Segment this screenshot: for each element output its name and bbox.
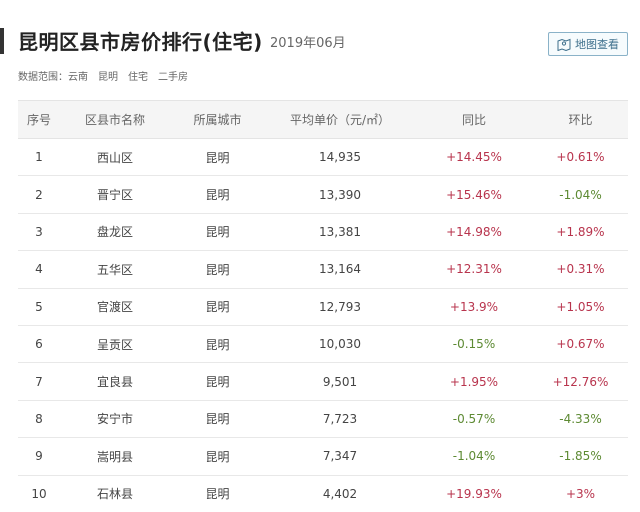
yoy-change: +1.95% <box>415 362 533 401</box>
yoy-change: -0.57% <box>415 400 533 439</box>
avg-price: 4,402 <box>265 475 415 512</box>
column-header-avg-price: 平均单价（元/㎡） <box>265 100 415 139</box>
row-index: 2 <box>18 175 60 214</box>
district-name: 西山区 <box>60 138 170 177</box>
row-index: 7 <box>18 362 60 401</box>
city-name: 昆明 <box>170 475 265 512</box>
table-row: 6 呈贡区 昆明 10,030 -0.15% +0.67% <box>18 325 628 364</box>
avg-price: 14,935 <box>265 138 415 177</box>
page-title: 昆明区县市房价排行(住宅) <box>18 30 263 54</box>
row-index: 6 <box>18 325 60 364</box>
table-row: 1 西山区 昆明 14,935 +14.45% +0.61% <box>18 138 628 177</box>
mom-change: -4.33% <box>533 400 628 439</box>
district-name: 石林县 <box>60 475 170 512</box>
table-header-row: 序号 区县市名称 所属城市 平均单价（元/㎡） 同比 环比 <box>18 100 628 139</box>
table-row: 2 晋宁区 昆明 13,390 +15.46% -1.04% <box>18 175 628 214</box>
city-name: 昆明 <box>170 325 265 364</box>
district-name: 晋宁区 <box>60 175 170 214</box>
mom-change: +12.76% <box>533 362 628 401</box>
data-scope: 数据范围：云南 昆明 住宅 二手房 <box>18 68 188 83</box>
yoy-change: -1.04% <box>415 437 533 476</box>
yoy-change: +19.93% <box>415 475 533 512</box>
district-name: 呈贡区 <box>60 325 170 364</box>
city-name: 昆明 <box>170 138 265 177</box>
avg-price: 7,723 <box>265 400 415 439</box>
table-row: 5 官渡区 昆明 12,793 +13.9% +1.05% <box>18 288 628 326</box>
map-view-button-label: 地图查看 <box>575 38 619 51</box>
table-row: 3 盘龙区 昆明 13,381 +14.98% +1.89% <box>18 213 628 252</box>
avg-price: 12,793 <box>265 288 415 326</box>
city-name: 昆明 <box>170 288 265 326</box>
table-row: 8 安宁市 昆明 7,723 -0.57% -4.33% <box>18 400 628 439</box>
mom-change: +3% <box>533 475 628 512</box>
yoy-change: +13.9% <box>415 288 533 326</box>
yoy-change: -0.15% <box>415 325 533 364</box>
district-name: 五华区 <box>60 250 170 289</box>
row-index: 3 <box>18 213 60 252</box>
district-name: 嵩明县 <box>60 437 170 476</box>
district-name: 官渡区 <box>60 288 170 326</box>
row-index: 10 <box>18 475 60 512</box>
scope-tag-market: 二手房 <box>158 72 188 83</box>
district-name: 安宁市 <box>60 400 170 439</box>
city-name: 昆明 <box>170 362 265 401</box>
table-row: 9 嵩明县 昆明 7,347 -1.04% -1.85% <box>18 437 628 476</box>
period-label: 2019年06月 <box>270 36 346 51</box>
district-name: 盘龙区 <box>60 213 170 252</box>
table-row: 7 宜良县 昆明 9,501 +1.95% +12.76% <box>18 362 628 401</box>
page-header: 昆明区县市房价排行(住宅) 2019年06月 地图查看 数据范围：云南 昆明 住宅二… <box>0 0 640 100</box>
yoy-change: +15.46% <box>415 175 533 214</box>
mom-change: -1.04% <box>533 175 628 214</box>
row-index: 4 <box>18 250 60 289</box>
avg-price: 13,164 <box>265 250 415 289</box>
city-name: 昆明 <box>170 175 265 214</box>
scope-tag-city: 昆明 <box>98 72 118 83</box>
scope-tag-type: 住宅 <box>128 72 148 83</box>
mom-change: +1.05% <box>533 288 628 326</box>
column-header-mom: 环比 <box>533 100 628 139</box>
avg-price: 13,390 <box>265 175 415 214</box>
avg-price: 9,501 <box>265 362 415 401</box>
row-index: 1 <box>18 138 60 177</box>
mom-change: +0.67% <box>533 325 628 364</box>
city-name: 昆明 <box>170 400 265 439</box>
table-row: 10 石林县 昆明 4,402 +19.93% +3% <box>18 475 628 512</box>
city-name: 昆明 <box>170 250 265 289</box>
map-icon <box>557 38 571 51</box>
row-index: 9 <box>18 437 60 476</box>
city-name: 昆明 <box>170 437 265 476</box>
mom-change: +0.31% <box>533 250 628 289</box>
yoy-change: +14.45% <box>415 138 533 177</box>
column-header-district: 区县市名称 <box>60 100 170 139</box>
mom-change: +0.61% <box>533 138 628 177</box>
district-name: 宜良县 <box>60 362 170 401</box>
table-row: 4 五华区 昆明 13,164 +12.31% +0.31% <box>18 250 628 289</box>
mom-change: -1.85% <box>533 437 628 476</box>
row-index: 5 <box>18 288 60 326</box>
city-name: 昆明 <box>170 213 265 252</box>
column-header-index: 序号 <box>18 100 60 139</box>
yoy-change: +12.31% <box>415 250 533 289</box>
data-scope-label: 数据范围： <box>18 72 68 83</box>
avg-price: 10,030 <box>265 325 415 364</box>
ranking-table: 序号 区县市名称 所属城市 平均单价（元/㎡） 同比 环比 1 西山区 昆明 14,9… <box>18 100 628 512</box>
column-header-yoy: 同比 <box>415 100 533 139</box>
scope-tag-province: 云南 <box>68 72 88 83</box>
avg-price: 13,381 <box>265 213 415 252</box>
mom-change: +1.89% <box>533 213 628 252</box>
avg-price: 7,347 <box>265 437 415 476</box>
title-accent-bar <box>0 28 4 54</box>
yoy-change: +14.98% <box>415 213 533 252</box>
map-view-button[interactable]: 地图查看 <box>548 32 628 56</box>
column-header-city: 所属城市 <box>170 100 265 139</box>
row-index: 8 <box>18 400 60 439</box>
